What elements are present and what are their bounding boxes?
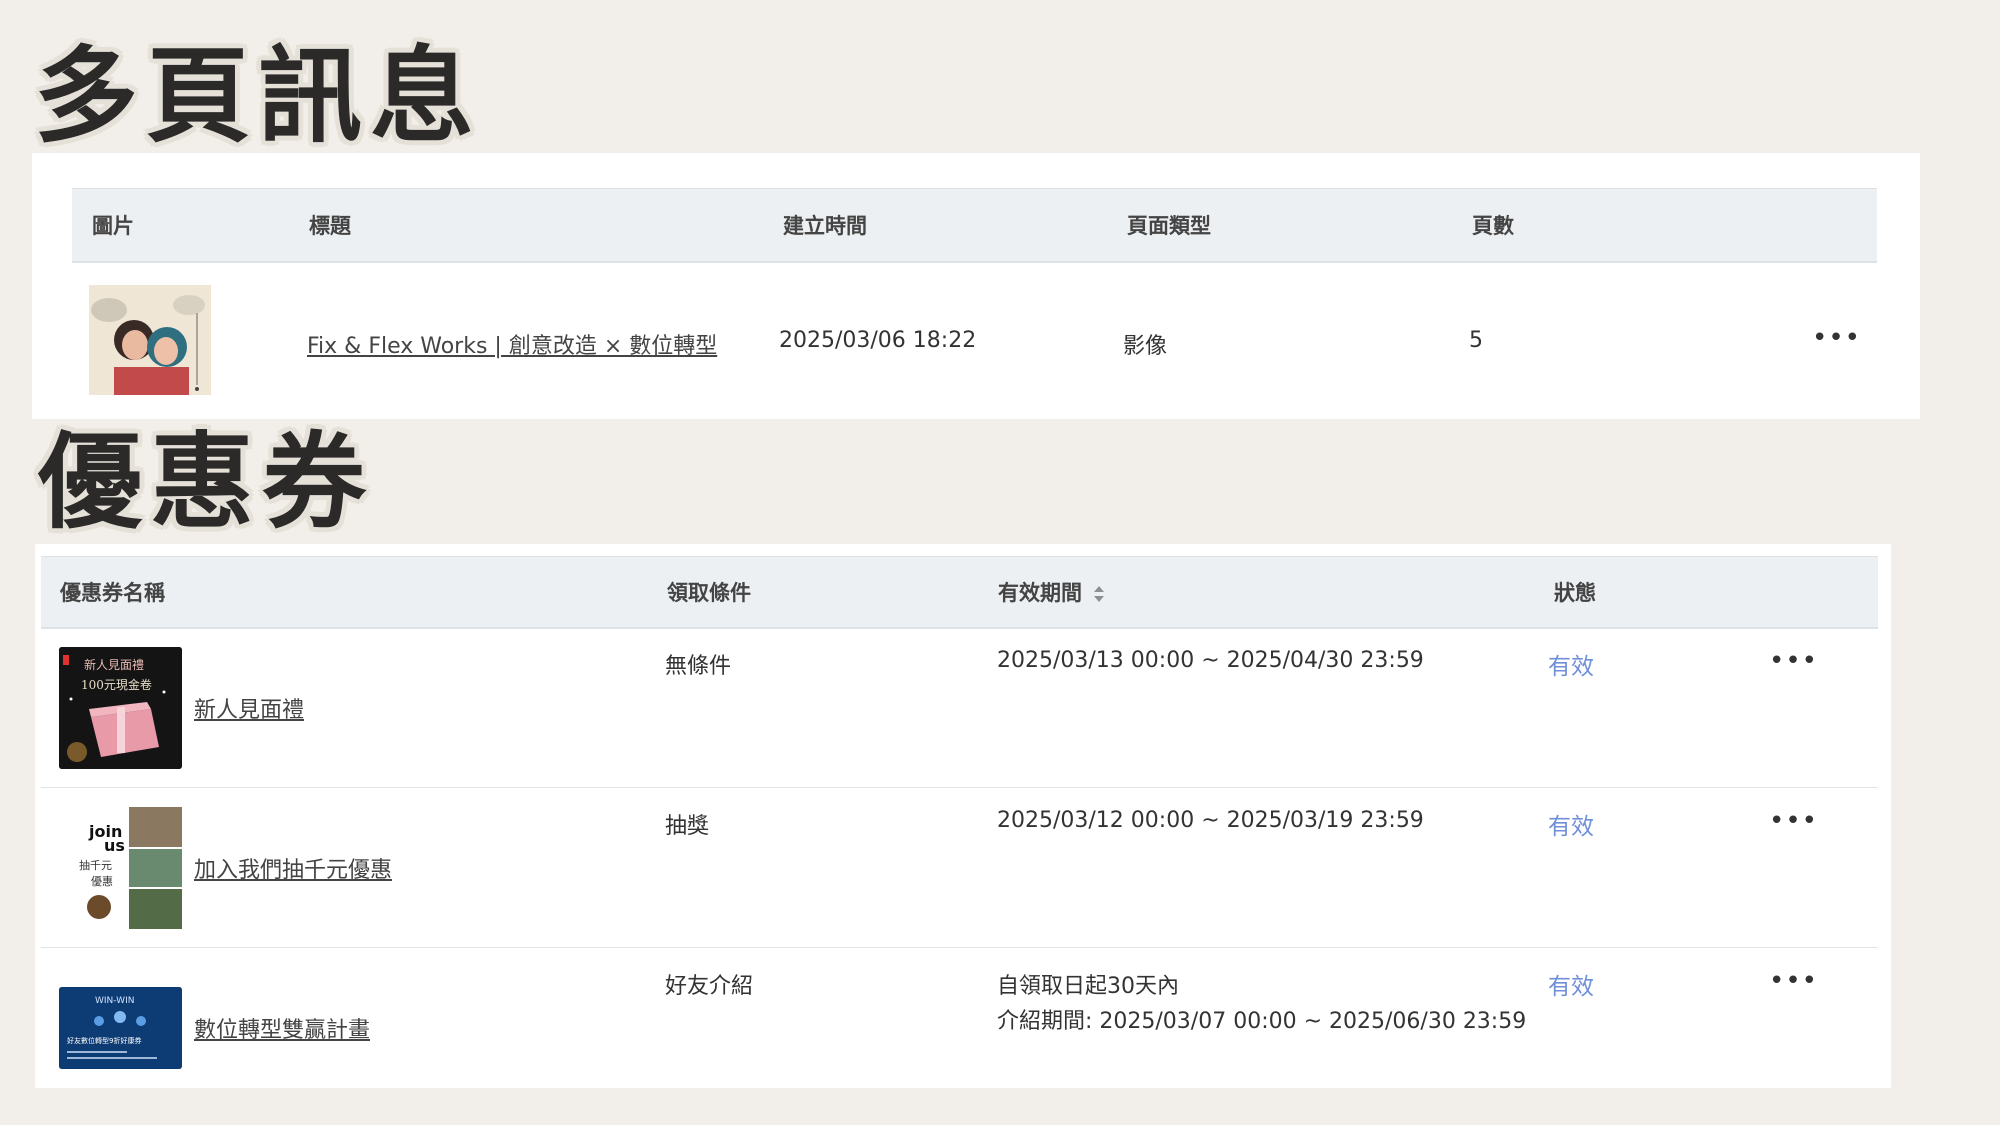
status-badge: 有效 — [1548, 974, 1594, 1000]
multipage-table-header: 圖片 標題 建立時間 頁面類型 頁數 — [72, 188, 1877, 263]
coupon-condition: 抽獎 — [665, 814, 710, 839]
more-horizontal-icon[interactable]: ••• — [1769, 968, 1818, 994]
more-horizontal-icon[interactable]: ••• — [1769, 808, 1818, 834]
multipage-title-link[interactable]: Fix & Flex Works | 創意改造 × 數位轉型 — [307, 328, 717, 360]
column-header-image: 圖片 — [92, 214, 134, 238]
winwin-thumb-subtext: 好友數位轉型9折好康券 — [67, 1036, 141, 1045]
multipage-thumbnail[interactable] — [89, 285, 211, 395]
column-header-created: 建立時間 — [783, 214, 867, 238]
status-badge: 有效 — [1548, 654, 1594, 680]
valid-period-label: 有效期間 — [998, 581, 1082, 605]
gift-thumb-subtext: 100元現金卷 — [81, 677, 152, 692]
join-us-image: join us 抽千元 優惠 — [59, 807, 182, 929]
coupons-panel: 優惠券名稱 領取條件 有效期間 狀態 新人見面禮 100元現金卷 新人見面禮 無… — [35, 544, 1891, 1088]
coupon-period: 2025/03/13 00:00 ~ 2025/04/30 23:59 — [997, 648, 1424, 673]
column-header-condition: 領取條件 — [667, 581, 751, 605]
row-divider — [41, 947, 1878, 948]
column-header-title: 標題 — [309, 214, 351, 238]
section-title-coupons: 優惠券 — [38, 421, 375, 543]
page-count: 5 — [1469, 328, 1483, 353]
join-thumb-text-2: us — [104, 836, 125, 855]
join-thumb-text-4: 優惠 — [91, 874, 113, 888]
row-divider — [41, 787, 1878, 788]
coupon-period: 2025/03/12 00:00 ~ 2025/03/19 23:59 — [997, 808, 1424, 833]
more-horizontal-icon[interactable]: ••• — [1769, 648, 1818, 674]
column-header-page-type: 頁面類型 — [1127, 214, 1211, 238]
coupon-condition: 無條件 — [665, 654, 732, 679]
created-time: 2025/03/06 18:22 — [779, 328, 977, 353]
coupon-thumbnail-winwin[interactable]: WIN-WIN 好友數位轉型9折好康券 — [59, 987, 182, 1069]
status-badge: 有效 — [1548, 814, 1594, 840]
coupon-thumbnail-join[interactable]: join us 抽千元 優惠 — [59, 807, 182, 929]
win-win-image: WIN-WIN 好友數位轉型9折好康券 — [59, 987, 182, 1069]
more-horizontal-icon[interactable]: ••• — [1812, 325, 1861, 351]
column-header-coupon-name: 優惠券名稱 — [60, 581, 165, 605]
coupon-thumbnail-gift[interactable]: 新人見面禮 100元現金卷 — [59, 647, 182, 769]
column-header-page-count: 頁數 — [1472, 214, 1514, 238]
multipage-panel: 圖片 標題 建立時間 頁面類型 頁數 Fix & Flex Works | 創意… — [32, 153, 1920, 419]
coupon-referral-period: 介紹期間: 2025/03/07 00:00 ~ 2025/06/30 23:5… — [997, 1009, 1527, 1034]
join-thumb-text-3: 抽千元 — [79, 858, 112, 872]
coupon-name-link[interactable]: 數位轉型雙贏計畫 — [194, 1012, 370, 1044]
column-header-valid-period[interactable]: 有效期間 — [998, 577, 1106, 607]
page-type: 影像 — [1123, 334, 1168, 359]
coupon-name-link[interactable]: 新人見面禮 — [194, 692, 304, 724]
coupon-condition: 好友介紹 — [665, 974, 754, 999]
sort-icon[interactable] — [1092, 584, 1106, 604]
section-title-multipage: 多頁訊息 — [34, 35, 483, 157]
portrait-image — [89, 285, 211, 395]
gift-thumb-text: 新人見面禮 — [84, 657, 144, 672]
column-header-status: 狀態 — [1554, 581, 1596, 605]
coupons-table-header: 優惠券名稱 領取條件 有效期間 狀態 — [41, 556, 1878, 629]
coupon-period: 自領取日起30天內 — [997, 974, 1179, 999]
coupon-name-link[interactable]: 加入我們抽千元優惠 — [194, 852, 392, 884]
gift-image: 新人見面禮 100元現金卷 — [59, 647, 182, 769]
winwin-thumb-text: WIN-WIN — [95, 996, 134, 1006]
